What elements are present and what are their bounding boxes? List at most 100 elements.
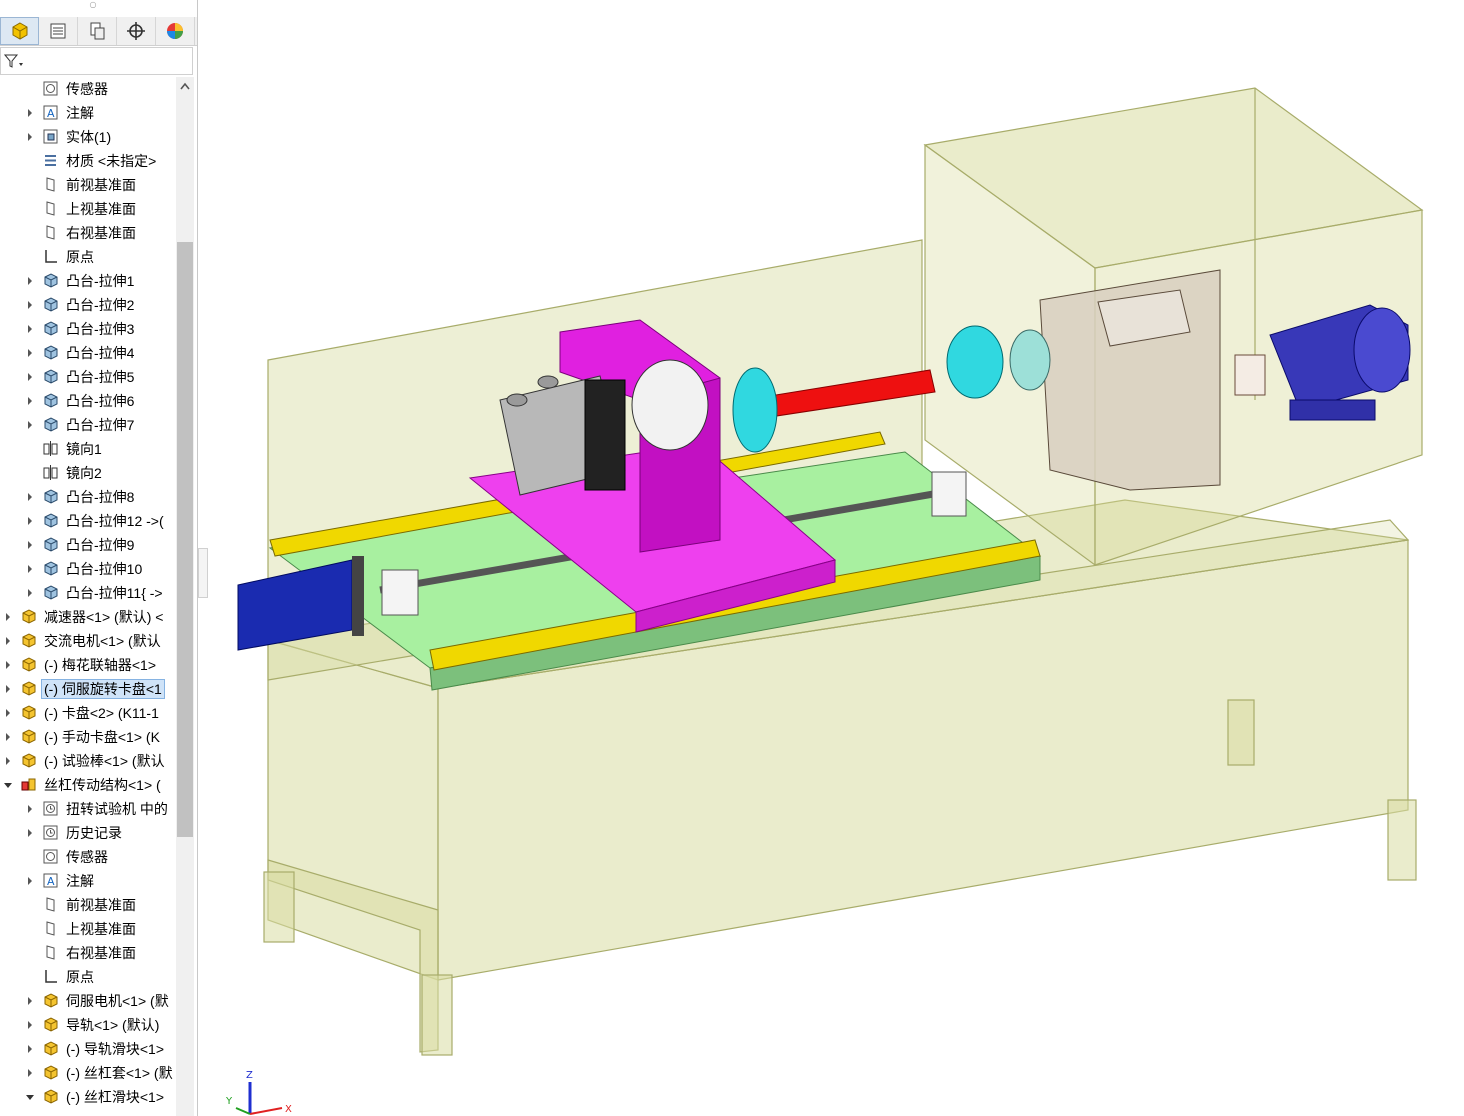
expand-arrow-icon[interactable] xyxy=(25,874,35,886)
tree-item-label: 材质 <未指定> xyxy=(66,153,157,169)
tree-item-label: 伺服电机<1> (默 xyxy=(66,993,169,1009)
tree-item[interactable]: 历史记录 xyxy=(0,821,176,845)
expand-arrow-icon[interactable] xyxy=(25,274,35,286)
expand-arrow-icon[interactable] xyxy=(25,418,35,430)
expand-arrow-icon[interactable] xyxy=(25,130,35,142)
expand-arrow-icon[interactable] xyxy=(3,682,13,694)
tree-item[interactable]: (-) 导轨滑块<1> xyxy=(0,1037,176,1061)
tree-item[interactable]: 伺服电机<1> (默 xyxy=(0,989,176,1013)
expand-arrow-icon[interactable] xyxy=(25,802,35,814)
expand-down-icon[interactable] xyxy=(25,1090,35,1102)
tree-item[interactable]: 凸台-拉伸2 xyxy=(0,293,176,317)
expand-arrow-icon[interactable] xyxy=(25,994,35,1006)
panel-grip[interactable]: ○ xyxy=(88,0,98,9)
tree-item[interactable]: (-) 卡盘<2> (K11-1 xyxy=(0,701,176,725)
tree-item[interactable]: 前视基准面 xyxy=(0,893,176,917)
tree-item[interactable]: 凸台-拉伸12 ->( xyxy=(0,509,176,533)
tree-item[interactable]: 凸台-拉伸9 xyxy=(0,533,176,557)
tree-item[interactable]: 上视基准面 xyxy=(0,917,176,941)
tree-item[interactable]: (-) 手动卡盘<1> (K xyxy=(0,725,176,749)
extrude-icon xyxy=(42,392,59,409)
triad-z-label: Z xyxy=(246,1070,253,1081)
expand-arrow-icon[interactable] xyxy=(25,586,35,598)
tree-item[interactable]: (-) 试验棒<1> (默认 xyxy=(0,749,176,773)
expand-arrow-icon[interactable] xyxy=(25,490,35,502)
tree-item[interactable]: (-) 丝杠滑块<1> xyxy=(0,1085,176,1109)
tree-item[interactable]: 镜向1 xyxy=(0,437,176,461)
tree-item-label: 凸台-拉伸8 xyxy=(66,489,135,505)
tab-feature-manager[interactable] xyxy=(0,17,39,45)
expand-arrow-icon[interactable] xyxy=(3,730,13,742)
expand-arrow-icon[interactable] xyxy=(25,826,35,838)
tree-item[interactable]: 镜向2 xyxy=(0,461,176,485)
expand-down-icon[interactable] xyxy=(3,778,13,790)
tree-item[interactable]: (-) 丝杠套<1> (默 xyxy=(0,1061,176,1085)
tree-item-label: 凸台-拉伸5 xyxy=(66,369,135,385)
plane-icon xyxy=(42,224,59,241)
tree-item[interactable]: 凸台-拉伸7 xyxy=(0,413,176,437)
extrude-icon xyxy=(42,416,59,433)
tree-item[interactable]: 凸台-拉伸11{ -> xyxy=(0,581,176,605)
tree-item[interactable]: 右视基准面 xyxy=(0,941,176,965)
tree-item[interactable]: 凸台-拉伸5 xyxy=(0,365,176,389)
expand-arrow-icon[interactable] xyxy=(3,658,13,670)
scroll-thumb[interactable] xyxy=(177,242,193,837)
filter-icon[interactable] xyxy=(4,53,26,69)
expand-arrow-icon[interactable] xyxy=(25,1042,35,1054)
graphics-viewport[interactable] xyxy=(200,0,1464,1116)
tree-item[interactable]: A 注解 xyxy=(0,869,176,893)
tree-scrollbar[interactable] xyxy=(176,77,194,1116)
sensor-icon xyxy=(42,848,59,865)
tree-item[interactable]: 实体(1) xyxy=(0,125,176,149)
tree-item[interactable]: A 注解 xyxy=(0,101,176,125)
tree-item[interactable]: 凸台-拉伸4 xyxy=(0,341,176,365)
tree-item[interactable]: 丝杠传动结构<1> ( xyxy=(0,773,176,797)
tree-item[interactable]: 凸台-拉伸10 xyxy=(0,557,176,581)
tree-item[interactable]: 凸台-拉伸3 xyxy=(0,317,176,341)
tree-item[interactable]: 前视基准面 xyxy=(0,173,176,197)
tree-item[interactable]: 上视基准面 xyxy=(0,197,176,221)
expand-arrow-icon[interactable] xyxy=(25,514,35,526)
tree-filter-bar[interactable] xyxy=(0,47,193,75)
expand-arrow-icon[interactable] xyxy=(25,1066,35,1078)
tree-item[interactable]: (-) 伺服旋转卡盘<1 xyxy=(0,677,176,701)
tab-dimxpert-manager[interactable] xyxy=(117,17,156,45)
tree-item[interactable]: 凸台-拉伸1 xyxy=(0,269,176,293)
tab-property-manager[interactable] xyxy=(39,17,78,45)
expand-arrow-icon[interactable] xyxy=(25,106,35,118)
plane-icon xyxy=(42,920,59,937)
scroll-up-icon[interactable] xyxy=(176,77,194,97)
tree-item-label: 凸台-拉伸1 xyxy=(66,273,135,289)
tree-item[interactable]: 交流电机<1> (默认 xyxy=(0,629,176,653)
expand-arrow-icon[interactable] xyxy=(25,322,35,334)
tree-item[interactable]: 材质 <未指定> xyxy=(0,149,176,173)
expand-arrow-icon[interactable] xyxy=(25,1018,35,1030)
tab-display-manager[interactable] xyxy=(156,17,195,45)
expand-arrow-icon[interactable] xyxy=(3,634,13,646)
tree-item[interactable]: 扭转试验机 中的 xyxy=(0,797,176,821)
tree-item[interactable]: 减速器<1> (默认) < xyxy=(0,605,176,629)
expand-arrow-icon[interactable] xyxy=(25,562,35,574)
expand-arrow-icon[interactable] xyxy=(3,610,13,622)
tree-item[interactable]: 凸台-拉伸8 xyxy=(0,485,176,509)
tree-item[interactable]: 右视基准面 xyxy=(0,221,176,245)
tree-item[interactable]: 导轨<1> (默认) xyxy=(0,1013,176,1037)
expand-arrow-icon[interactable] xyxy=(25,346,35,358)
tree-item[interactable]: 原点 xyxy=(0,245,176,269)
tree-item[interactable]: 凸台-拉伸6 xyxy=(0,389,176,413)
expand-arrow-icon[interactable] xyxy=(3,706,13,718)
expand-arrow-icon[interactable] xyxy=(25,298,35,310)
tab-configuration-manager[interactable] xyxy=(78,17,117,45)
tree-item[interactable]: 传感器 xyxy=(0,77,176,101)
tree-item-label: 凸台-拉伸4 xyxy=(66,345,135,361)
tree-item[interactable]: 原点 xyxy=(0,965,176,989)
expand-arrow-icon[interactable] xyxy=(25,394,35,406)
assembly-part-icon xyxy=(42,992,59,1009)
tree-item[interactable]: (-) 梅花联轴器<1> xyxy=(0,653,176,677)
assembly-part-icon xyxy=(42,1064,59,1081)
expand-arrow-icon[interactable] xyxy=(25,538,35,550)
expand-arrow-icon[interactable] xyxy=(25,370,35,382)
expand-arrow-icon[interactable] xyxy=(3,754,13,766)
svg-text:A: A xyxy=(47,107,55,120)
tree-item[interactable]: 传感器 xyxy=(0,845,176,869)
